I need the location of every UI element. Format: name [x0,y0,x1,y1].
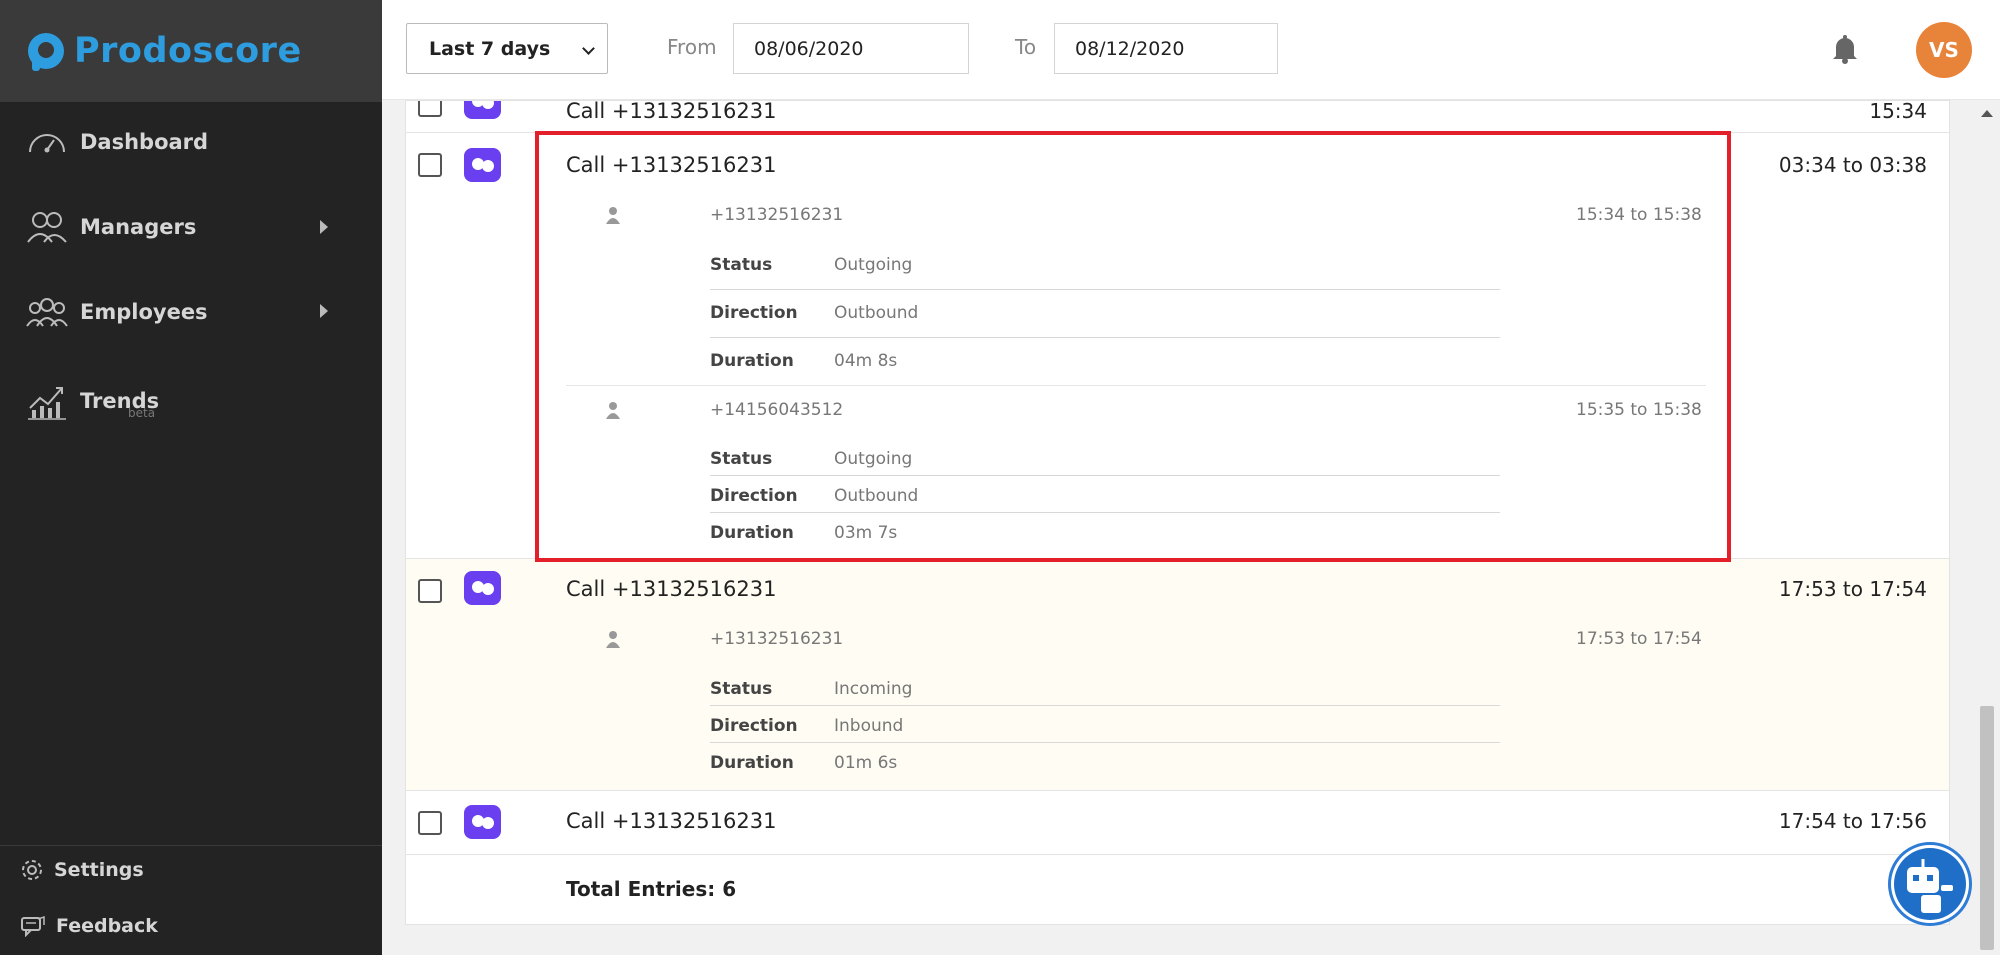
status-label: Status [710,255,773,275]
duration-value: 03m 7s [834,523,898,543]
direction-label: Direction [710,486,798,506]
chatbot-launcher[interactable] [1888,842,1972,926]
row-checkbox[interactable] [418,101,442,117]
sidebar-item-settings[interactable]: Settings [20,858,144,882]
participant-number: +13132516231 [710,205,844,225]
logo[interactable]: Prodoscore [0,0,382,102]
divider [710,475,1500,476]
participant-number: +14156043512 [710,400,844,420]
employees-expand-arrow-icon[interactable] [320,304,328,318]
call-title: Call +13132516231 [566,153,777,177]
employees-icon [26,298,68,327]
user-avatar[interactable]: VS [1916,22,1972,78]
to-label: To [1015,35,1037,59]
direction-label: Direction [710,716,798,736]
sidebar-item-label: Managers [80,215,197,239]
divider [710,512,1500,513]
call-time: 03:34 to 03:38 [1778,153,1927,177]
table-row[interactable]: Call +13132516231 17:53 to 17:54 +131325… [406,559,1949,791]
dialpad-app-icon [464,805,501,839]
person-icon [606,631,620,648]
dialpad-app-icon [464,571,501,605]
brand-name: Prodoscore [74,31,302,71]
participant-time: 15:35 to 15:38 [1576,400,1702,420]
speedometer-icon [29,134,65,153]
direction-value: Inbound [834,716,904,736]
scrollbar-thumb[interactable] [1980,706,1994,950]
call-title: Call +13132516231 [566,100,777,123]
feedback-icon [21,915,45,937]
duration-label: Duration [710,351,794,371]
table-row[interactable]: Call +13132516231 15:34 [406,100,1949,133]
participant-divider [566,385,1706,386]
chevron-down-icon [582,42,595,55]
duration-value: 01m 6s [834,753,898,773]
status-value: Incoming [834,679,913,699]
participant-time: 17:53 to 17:54 [1576,629,1702,649]
call-time: 15:34 [1869,100,1927,123]
duration-value: 04m 8s [834,351,898,371]
sidebar-item-label: Employees [80,300,208,324]
call-time: 17:53 to 17:54 [1778,577,1927,601]
table-row[interactable]: Call +13132516231 17:54 to 17:56 [406,791,1949,855]
bell-icon[interactable] [1832,34,1858,64]
divider [710,337,1500,338]
direction-label: Direction [710,303,798,323]
status-value: Outgoing [834,255,913,275]
direction-value: Outbound [834,486,919,506]
sidebar-item-label: Dashboard [80,130,209,154]
dialpad-app-icon [464,148,501,182]
date-range-select[interactable]: Last 7 days [406,23,608,74]
gear-icon [22,860,42,880]
top-header: Last 7 days From 08/06/2020 To 08/12/202… [382,0,2000,100]
managers-icon [27,212,67,243]
status-value: Outgoing [834,449,913,469]
row-checkbox[interactable] [418,811,442,835]
sidebar: Prodoscore Dashboard Managers Employees … [0,0,382,955]
divider [710,289,1500,290]
row-checkbox[interactable] [418,153,442,177]
from-date-input[interactable]: 08/06/2020 [733,23,969,74]
sidebar-divider [0,845,382,846]
sidebar-item-label: Settings [54,859,144,881]
prodoscore-logo-icon [28,33,64,71]
duration-label: Duration [710,753,794,773]
status-label: Status [710,449,773,469]
to-date-input[interactable]: 08/12/2020 [1054,23,1278,74]
row-checkbox[interactable] [418,579,442,603]
scroll-up-arrow-icon[interactable] [1981,110,1993,117]
call-title: Call +13132516231 [566,577,777,601]
direction-value: Outbound [834,303,919,323]
participant-number: +13132516231 [710,629,844,649]
person-icon [606,207,620,224]
person-icon [606,402,620,419]
status-label: Status [710,679,773,699]
managers-expand-arrow-icon[interactable] [320,220,328,234]
divider [710,742,1500,743]
total-entries: Total Entries: 6 [566,877,737,901]
from-label: From [667,35,717,59]
sidebar-item-managers[interactable]: Managers [26,210,196,244]
activity-panel: Call +13132516231 15:34 Call +1313251623… [405,100,1950,925]
sidebar-item-employees[interactable]: Employees [26,296,208,328]
trends-icon [28,387,66,420]
sidebar-item-dashboard[interactable]: Dashboard [26,122,208,162]
divider [710,705,1500,706]
duration-label: Duration [710,523,794,543]
participant-time: 15:34 to 15:38 [1576,205,1702,225]
call-title: Call +13132516231 [566,809,777,833]
robot-icon [1894,848,1966,920]
sidebar-item-feedback[interactable]: Feedback [20,915,158,937]
beta-badge: beta [128,406,156,420]
dialpad-app-icon [464,101,501,119]
call-time: 17:54 to 17:56 [1778,809,1927,833]
table-row[interactable]: Call +13132516231 03:34 to 03:38 +131325… [406,133,1949,559]
sidebar-item-label: Feedback [56,915,158,937]
